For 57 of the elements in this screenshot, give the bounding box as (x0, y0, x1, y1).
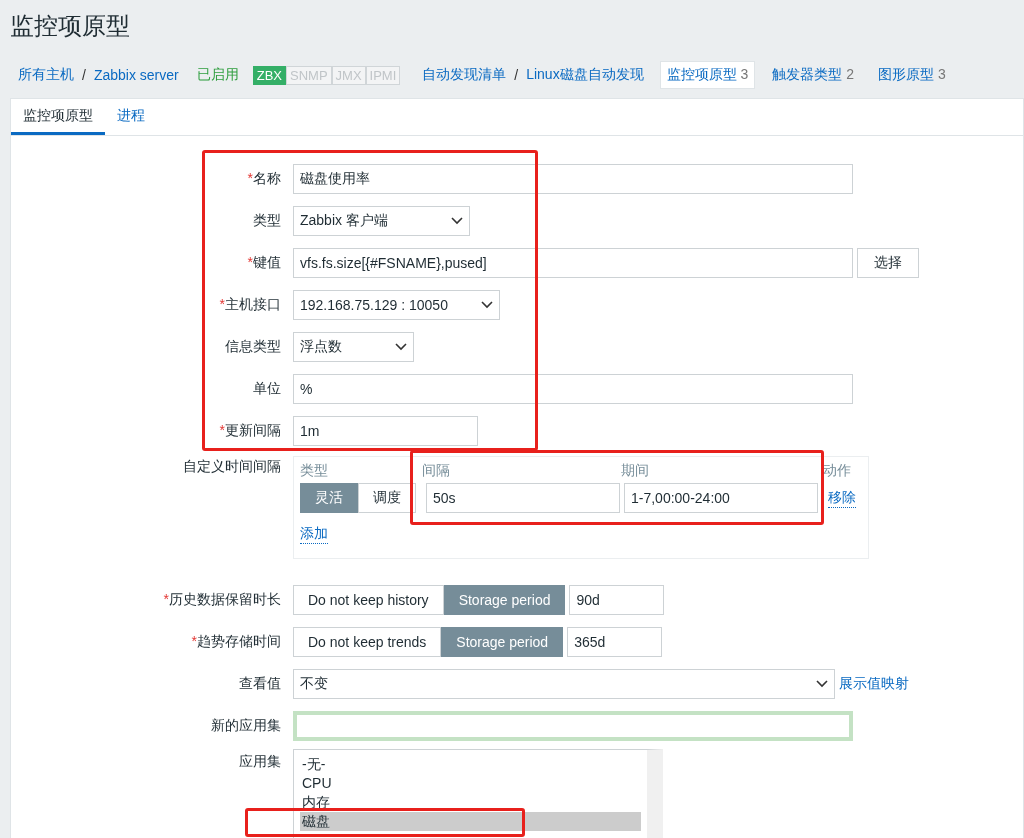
breadcrumb-separator: / (514, 67, 519, 83)
input-field[interactable]: % (293, 374, 853, 404)
breadcrumb-link[interactable]: 所有主机 (18, 66, 74, 84)
input-field[interactable]: 磁盘使用率 (293, 164, 853, 194)
field-label: 自定义时间间隔 (183, 458, 281, 474)
column-header: 类型 (300, 462, 329, 480)
field-label: *主机接口 (219, 296, 281, 312)
breadcrumb-link[interactable]: 自动发现清单 (422, 66, 507, 84)
field-label: *历史数据保留时长 (163, 591, 281, 607)
select-field[interactable]: 192.168.75.129 : 10050 (293, 290, 500, 320)
column-header: 动作 (822, 462, 852, 480)
remove-link[interactable]: 移除 (828, 488, 856, 508)
list-option[interactable]: 磁盘 (300, 812, 641, 831)
select-button[interactable]: 选择 (857, 248, 919, 278)
field-label: 信息类型 (225, 338, 281, 354)
field-label: 应用集 (239, 753, 281, 769)
breadcrumb-separator: / (82, 67, 86, 83)
segment-button[interactable]: Do not keep history (293, 585, 444, 615)
segment-button[interactable]: Do not keep trends (293, 627, 442, 657)
form-tab[interactable]: 监控项原型 (11, 99, 105, 135)
field-label: 查看值 (239, 675, 281, 691)
input-field[interactable]: 365d (567, 627, 663, 657)
column-header: 间隔 (422, 462, 451, 480)
page-title: 监控项原型 (9, 11, 131, 41)
input-field[interactable] (293, 711, 853, 741)
form-tab[interactable]: 进程 (105, 99, 157, 135)
column-header: 期间 (621, 462, 651, 480)
field-label: *名称 (247, 170, 281, 186)
availability-badge: ZBX (252, 65, 286, 85)
field-label: *更新间隔 (219, 422, 281, 438)
chevron-down-icon (451, 217, 463, 225)
breadcrumb-link[interactable]: Zabbix server (93, 67, 179, 83)
input-field[interactable]: 50s (426, 483, 620, 513)
input-field[interactable]: vfs.fs.size[{#FSNAME},pused] (293, 248, 853, 278)
field-label: *键值 (247, 254, 281, 270)
input-field[interactable]: 1-7,00:00-24:00 (624, 483, 818, 513)
list-option[interactable]: -无- (300, 755, 641, 774)
nav-tab[interactable]: 监控项原型 3 (659, 61, 756, 89)
field-label: 新的应用集 (211, 717, 281, 733)
field-label: 类型 (253, 212, 281, 228)
nav-tab[interactable]: 触发器类型 2 (765, 61, 862, 89)
field-label: *趋势存储时间 (191, 633, 281, 649)
field-label: 单位 (253, 380, 281, 396)
list-option[interactable]: CPU (300, 774, 641, 793)
chevron-down-icon (395, 343, 407, 351)
segment-button[interactable]: 调度 (358, 483, 416, 513)
value-mapping-link[interactable]: 展示值映射 (839, 675, 909, 693)
chevron-down-icon (816, 680, 828, 688)
chevron-down-icon (481, 301, 493, 309)
select-field[interactable]: 不变 (293, 669, 835, 699)
select-field[interactable]: Zabbix 客户端 (293, 206, 470, 236)
input-field[interactable]: 90d (569, 585, 665, 615)
breadcrumb-link[interactable]: Linux磁盘自动发现 (526, 66, 644, 84)
select-field[interactable]: 浮点数 (293, 332, 414, 362)
add-link[interactable]: 添加 (300, 525, 328, 544)
nav-tab[interactable]: 图形原型 3 (871, 61, 953, 89)
input-field[interactable]: 1m (293, 416, 478, 446)
